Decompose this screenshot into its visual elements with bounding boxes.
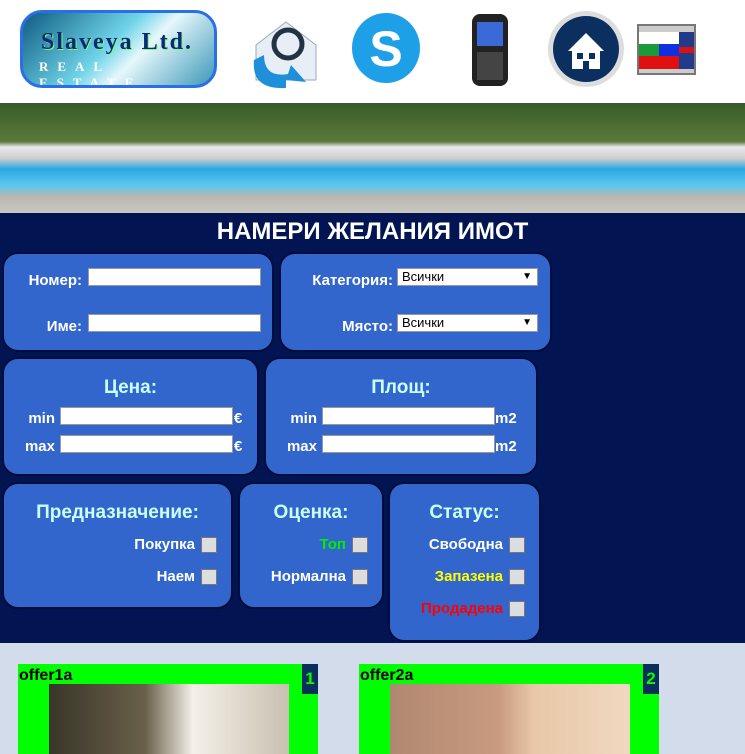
logo-title: Slaveya Ltd. bbox=[41, 29, 194, 55]
place-value: Всички bbox=[402, 315, 445, 330]
language-flags-icon[interactable] bbox=[637, 24, 696, 75]
area-panel: Площ: min m2 max m2 bbox=[264, 357, 538, 476]
offer-card[interactable]: offer1a 1 bbox=[18, 664, 318, 754]
area-max-label: max bbox=[286, 438, 317, 455]
place-label: Място: bbox=[342, 318, 393, 335]
rating-panel: Оценка: Топ Нормална bbox=[238, 482, 384, 609]
number-label: Номер: bbox=[28, 272, 82, 289]
price-max-unit: € bbox=[234, 438, 243, 455]
area-max-unit: m2 bbox=[495, 438, 517, 455]
place-select[interactable]: Всички ▼ bbox=[397, 314, 538, 332]
reserved-checkbox[interactable] bbox=[509, 569, 525, 585]
category-select[interactable]: Всички ▼ bbox=[397, 268, 538, 286]
area-title: Площ: bbox=[371, 377, 431, 398]
price-min-input[interactable] bbox=[60, 407, 233, 425]
rent-label: Наем bbox=[156, 568, 195, 585]
offer-number: 1 bbox=[302, 664, 318, 694]
price-min-unit: € bbox=[234, 410, 243, 427]
price-panel: Цена: min € max € bbox=[2, 357, 259, 476]
number-input[interactable] bbox=[88, 268, 261, 286]
category-place-panel: Категория: Всички ▼ Място: Всички ▼ bbox=[279, 252, 552, 352]
offer-name: offer2a bbox=[360, 667, 414, 684]
offer-name: offer1a bbox=[19, 667, 73, 684]
logo-subtitle: REAL ESTATE bbox=[39, 59, 143, 88]
offer-image[interactable] bbox=[49, 684, 289, 754]
free-label: Свободна bbox=[428, 536, 503, 553]
purchase-checkbox[interactable] bbox=[201, 537, 217, 553]
price-max-label: max bbox=[24, 438, 55, 455]
home-icon[interactable] bbox=[546, 9, 626, 89]
price-min-label: min bbox=[28, 410, 55, 427]
purpose-title: Предназначение: bbox=[36, 502, 199, 523]
offer-image[interactable] bbox=[390, 684, 630, 754]
normal-label: Нормална bbox=[270, 568, 346, 585]
pool-banner-image bbox=[0, 103, 745, 213]
svg-text:S: S bbox=[369, 21, 402, 77]
skype-icon[interactable]: S bbox=[348, 10, 424, 86]
area-max-input[interactable] bbox=[322, 435, 495, 453]
price-title: Цена: bbox=[103, 377, 158, 398]
logo[interactable]: Slaveya Ltd. REAL ESTATE bbox=[20, 10, 217, 88]
dropdown-arrow-icon: ▼ bbox=[522, 271, 532, 282]
top-checkbox[interactable] bbox=[352, 537, 368, 553]
normal-checkbox[interactable] bbox=[352, 569, 368, 585]
area-min-unit: m2 bbox=[495, 410, 517, 427]
search-title: НАМЕРИ ЖЕЛАНИЯ ИМОТ bbox=[216, 218, 529, 245]
area-min-input[interactable] bbox=[322, 407, 495, 425]
email-icon[interactable] bbox=[246, 10, 326, 90]
purpose-panel: Предназначение: Покупка Наем bbox=[2, 482, 233, 609]
purchase-label: Покупка bbox=[134, 536, 195, 553]
rating-title: Оценка: bbox=[273, 502, 349, 523]
status-title: Статус: bbox=[429, 502, 500, 523]
header: Slaveya Ltd. REAL ESTATE S bbox=[0, 0, 745, 103]
category-value: Всички bbox=[402, 269, 445, 284]
sold-label: Продадена bbox=[420, 600, 503, 617]
rent-checkbox[interactable] bbox=[201, 569, 217, 585]
top-label: Топ bbox=[319, 536, 346, 553]
reserved-label: Запазена bbox=[434, 568, 503, 585]
offer-number: 2 bbox=[643, 664, 659, 694]
name-input[interactable] bbox=[88, 314, 261, 332]
status-panel: Статус: Свободна Запазена Продадена bbox=[388, 482, 541, 642]
sold-checkbox[interactable] bbox=[509, 601, 525, 617]
offer-card[interactable]: offer2a 2 bbox=[359, 664, 659, 754]
price-max-input[interactable] bbox=[60, 435, 233, 453]
phone-icon[interactable] bbox=[465, 12, 515, 88]
name-label: Име: bbox=[46, 318, 82, 335]
category-label: Категория: bbox=[312, 272, 393, 289]
id-name-panel: Номер: Име: bbox=[2, 252, 274, 352]
dropdown-arrow-icon: ▼ bbox=[522, 317, 532, 328]
free-checkbox[interactable] bbox=[509, 537, 525, 553]
area-min-label: min bbox=[290, 410, 317, 427]
